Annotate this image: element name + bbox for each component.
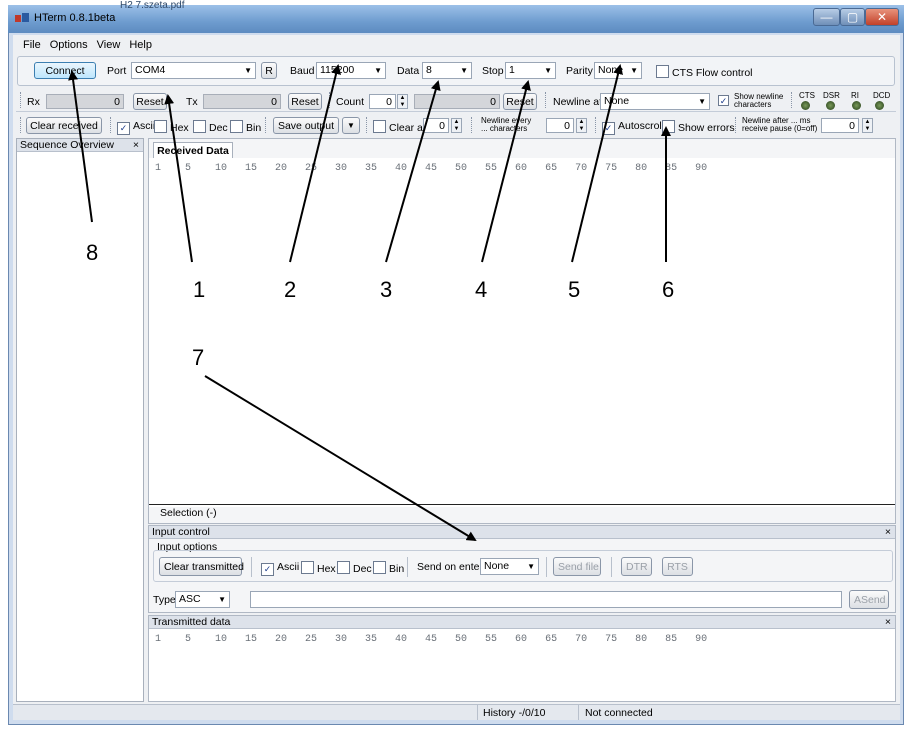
arrow-3 [385,80,441,263]
callout-6: 6 [662,277,675,302]
arrow-8 [68,70,93,223]
arrow-1 [164,94,193,263]
arrow-5 [571,64,623,263]
callout-5: 5 [568,277,581,302]
arrow-2 [289,64,341,263]
annotation-arrows [68,64,671,542]
callout-3: 3 [380,277,393,302]
arrow-4 [481,80,531,263]
callout-7: 7 [192,345,205,370]
callout-2: 2 [284,277,297,302]
callout-1: 1 [193,277,206,302]
callout-4: 4 [475,277,488,302]
callout-8: 8 [86,240,99,265]
arrow-7 [204,375,477,542]
